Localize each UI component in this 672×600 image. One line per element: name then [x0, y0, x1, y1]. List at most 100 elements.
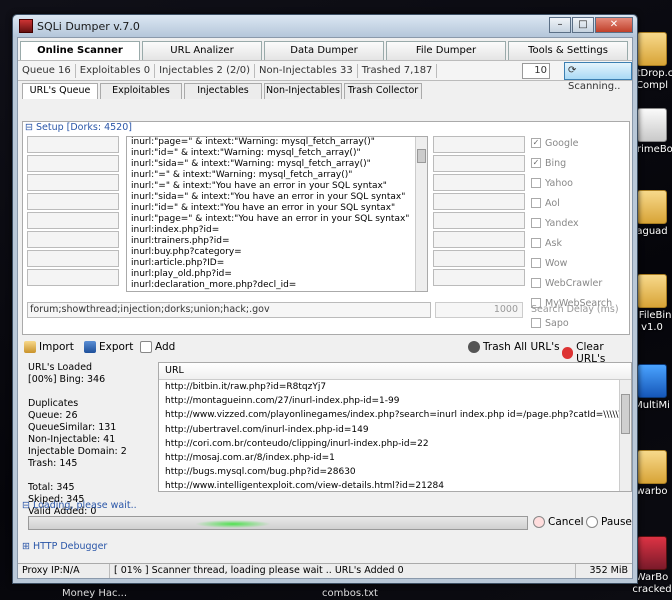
checkbox-icon — [531, 258, 541, 268]
url-stat-line: Queue: 26 — [28, 410, 78, 421]
engine-label: Google — [545, 137, 579, 149]
url-row[interactable]: http://cori.com.br/conteudo/clipping/inu… — [159, 437, 631, 451]
url-scrollbar[interactable] — [619, 380, 631, 491]
setup-field[interactable] — [27, 212, 119, 229]
export-button[interactable]: Export — [84, 341, 133, 353]
dork-line: inurl:"page=" & intext:"You have an erro… — [131, 214, 410, 224]
engine-checkbox-yahoo[interactable]: Yahoo — [531, 174, 631, 192]
title-bar[interactable]: SQLi Dumper v.7.0 – □ ✕ — [13, 15, 637, 37]
engine-checkbox-sapo[interactable]: Sapo — [531, 314, 631, 332]
tab-file-dumper[interactable]: File Dumper — [386, 41, 506, 60]
window-controls: – □ ✕ — [548, 17, 633, 33]
dorks-textarea[interactable]: inurl:"page=" & intext:"Warning: mysql_f… — [126, 136, 428, 292]
scanning-label: Scanning.. — [568, 81, 621, 92]
url-row[interactable]: http://www.vizzed.com/playonlinegames/in… — [159, 408, 631, 422]
threads-spinner[interactable]: 10 — [522, 63, 550, 79]
cancel-label: Cancel — [548, 516, 584, 528]
setup-field[interactable] — [433, 174, 525, 191]
engine-checkbox-bing[interactable]: ✓ Bing — [531, 154, 631, 172]
setup-field[interactable] — [27, 155, 119, 172]
desktop-shortcut-label[interactable]: Money Hac... — [62, 588, 127, 599]
pause-button[interactable]: Pause — [586, 516, 632, 528]
import-button[interactable]: Import — [24, 341, 74, 353]
url-grid[interactable]: URL http://bitbin.it/raw.php?id=R8tqzYj7… — [158, 362, 632, 492]
setup-field[interactable] — [433, 231, 525, 248]
close-button[interactable]: ✕ — [595, 17, 633, 33]
engine-checkbox-yandex[interactable]: Yandex — [531, 214, 631, 232]
engine-checkbox-google[interactable]: ✓ Google — [531, 134, 631, 152]
desktop-shortcut-label[interactable]: combos.txt — [322, 588, 378, 599]
setup-field[interactable] — [433, 212, 525, 229]
loading-header[interactable]: ⊟ Loading, please wait.. — [22, 500, 137, 511]
setup-field[interactable] — [433, 250, 525, 267]
dork-line: inurl:trainers.php?id= — [131, 236, 230, 246]
engine-checkbox-webcrawler[interactable]: WebCrawler — [531, 274, 631, 292]
setup-left-fields — [27, 136, 119, 288]
tab-online-scanner[interactable]: Online Scanner — [20, 41, 140, 60]
url-toolbar: Import Export Add Trash All URL's Clear … — [22, 341, 632, 365]
folder-icon — [637, 32, 667, 66]
tab-non-injectables[interactable]: Non-Injectables — [264, 83, 342, 99]
dork-lines: inurl:"page=" & intext:"Warning: mysql_f… — [127, 137, 427, 292]
setup-title: Setup [Dorks: 4520] — [35, 122, 132, 133]
setup-field[interactable] — [433, 193, 525, 210]
scanning-button[interactable]: ⟳ Scanning.. — [564, 62, 632, 92]
http-debugger-header[interactable]: ⊞ HTTP Debugger — [22, 541, 107, 552]
setup-field[interactable] — [433, 269, 525, 286]
trash-all-button[interactable]: Trash All URL's — [468, 341, 560, 353]
url-stats: URL's Loaded [00%] Bing: 346 Duplicates Que… — [22, 362, 154, 517]
setup-group-header[interactable]: ⊟ Setup [Dorks: 4520] — [23, 122, 629, 134]
url-stat-line — [28, 386, 154, 398]
maximize-button[interactable]: □ — [572, 17, 594, 33]
checkbox-icon — [531, 218, 541, 228]
search-delay-spinner[interactable]: 1000 — [435, 302, 523, 318]
engine-checkbox-aol[interactable]: Aol — [531, 194, 631, 212]
setup-field[interactable] — [27, 231, 119, 248]
url-row[interactable]: http://ubertravel.com/inurl-index.php-id… — [159, 423, 631, 437]
dork-line: inurl:"page=" & intext:"Warning: mysql_f… — [131, 137, 375, 147]
setup-field[interactable] — [27, 269, 119, 286]
url-row[interactable]: http://montagueinn.com/27/inurl-index.ph… — [159, 394, 631, 408]
cancel-button[interactable]: Cancel — [533, 516, 584, 528]
add-button[interactable]: Add — [140, 341, 175, 353]
engine-checkbox-wow[interactable]: Wow — [531, 254, 631, 272]
setup-field[interactable] — [27, 174, 119, 191]
setup-field[interactable] — [27, 193, 119, 210]
dork-line: inurl:index.php?id= — [131, 225, 220, 235]
scroll-thumb[interactable] — [621, 394, 630, 434]
collapse-icon: ⊟ — [22, 500, 33, 511]
dork-line: inurl:article.php?ID= — [131, 258, 225, 268]
minimize-button[interactable]: – — [549, 17, 571, 33]
checkbox-icon — [531, 238, 541, 248]
url-row[interactable]: http://bugs.mysql.com/bug.php?id=28630 — [159, 465, 631, 479]
dork-line: inurl:"id=" & intext:"You have an error … — [131, 203, 396, 213]
setup-field[interactable] — [27, 136, 119, 153]
setup-field[interactable] — [27, 250, 119, 267]
tab-urls-queue[interactable]: URL's Queue — [22, 83, 98, 99]
tab-exploitables[interactable]: Exploitables — [100, 83, 182, 99]
dork-line: inurl:"sida=" & intext:"You have an erro… — [131, 192, 406, 202]
engine-checkbox-ask[interactable]: Ask — [531, 234, 631, 252]
dorks-scrollbar[interactable] — [415, 137, 427, 291]
trashed-count: Trashed 7,187 — [358, 63, 438, 78]
tab-data-dumper[interactable]: Data Dumper — [264, 41, 384, 60]
tab-url-analizer[interactable]: URL Analizer — [142, 41, 262, 60]
engine-label: Ask — [545, 237, 562, 249]
tab-tools-settings[interactable]: Tools & Settings — [508, 41, 628, 60]
clear-icon — [562, 347, 574, 359]
dork-line: inurl:Pageid= — [127, 291, 427, 292]
tab-injectables[interactable]: Injectables — [184, 83, 262, 99]
pause-icon — [586, 516, 598, 528]
checkbox-icon — [531, 198, 541, 208]
url-stat-line: URL's Loaded — [28, 362, 93, 373]
exclude-words-input[interactable]: forum;showthread;injection;dorks;union;h… — [27, 302, 431, 318]
setup-field[interactable] — [433, 136, 525, 153]
scroll-thumb[interactable] — [417, 149, 426, 163]
setup-field[interactable] — [433, 155, 525, 172]
url-row[interactable]: http://mosaj.com.ar/8/index.php-id=1 — [159, 451, 631, 465]
url-row[interactable]: http://www.intelligentexploit.com/view-d… — [159, 479, 631, 491]
url-column-header[interactable]: URL — [159, 363, 631, 380]
main-tabs: Online Scanner URL Analizer Data Dumper … — [18, 38, 632, 60]
url-row[interactable]: http://bitbin.it/raw.php?id=R8tqzYj7 — [159, 380, 631, 394]
tab-trash-collector[interactable]: Trash Collector — [344, 83, 422, 99]
